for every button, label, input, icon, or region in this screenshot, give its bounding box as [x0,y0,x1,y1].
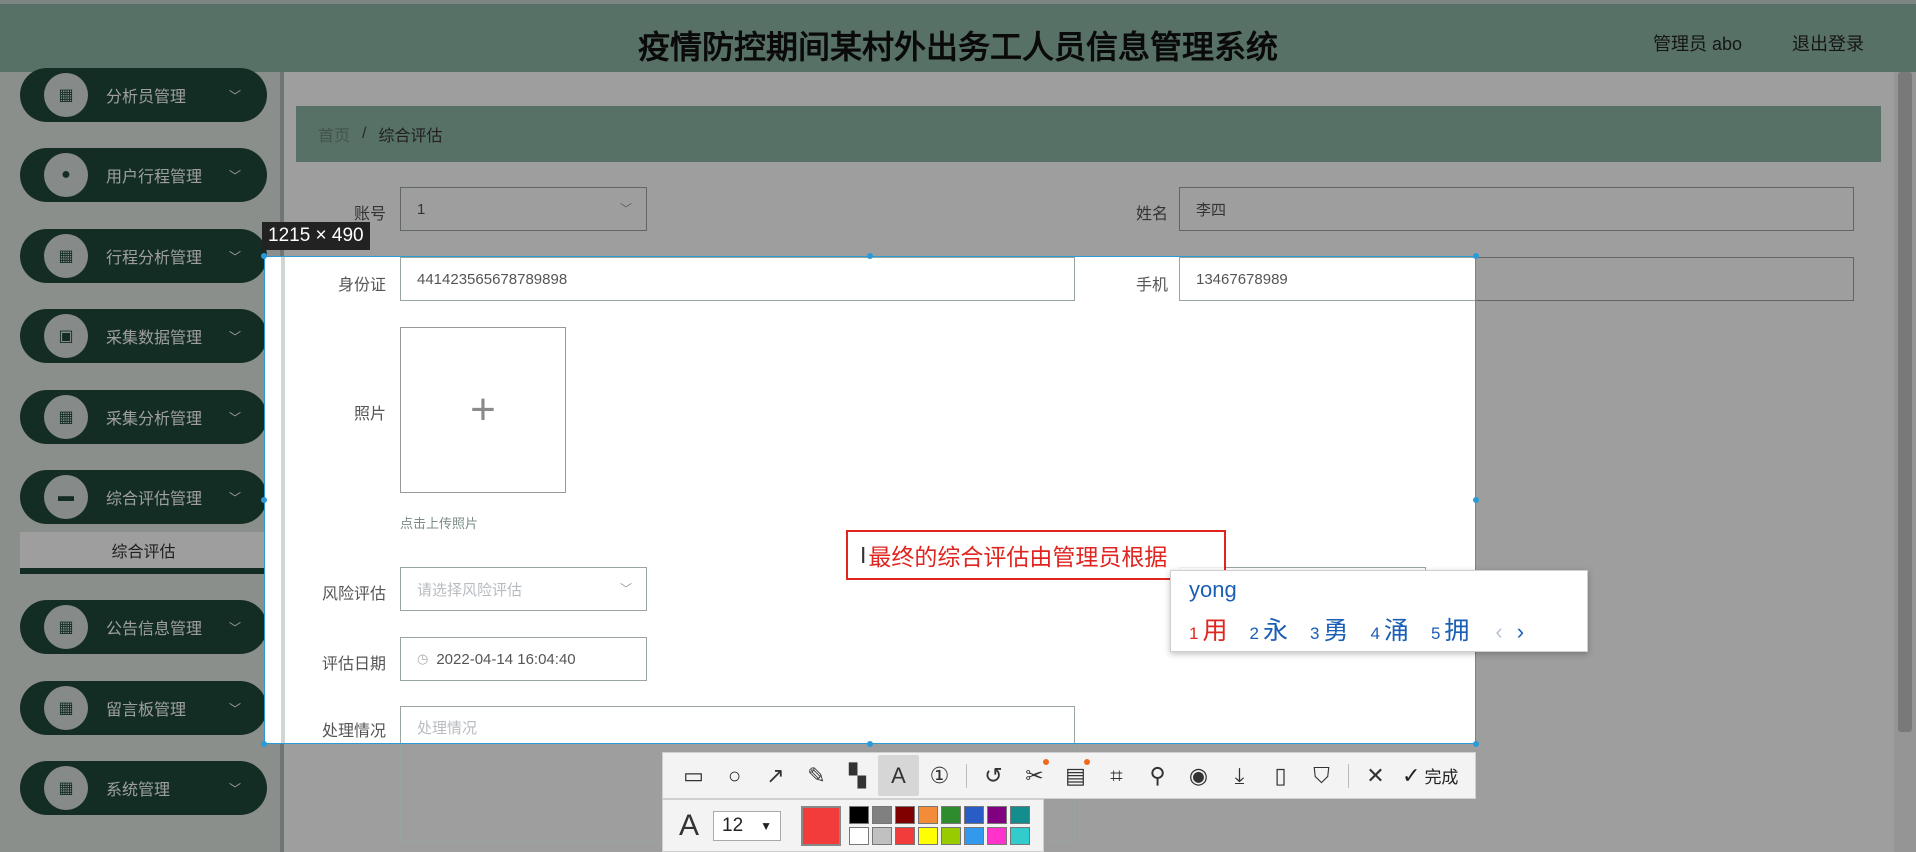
color-swatch[interactable] [918,827,938,845]
resize-handle-bottom-right[interactable] [1473,741,1479,747]
ime-next-page-icon[interactable]: › [1517,619,1524,645]
ime-candidate-number: 1 [1189,624,1199,643]
check-icon: ✓ [1402,762,1421,788]
cutout-tool-icon[interactable]: ✂ [1014,755,1055,796]
resize-handle-top-right[interactable] [1473,253,1479,259]
color-swatch[interactable] [872,827,892,845]
color-swatch[interactable] [987,806,1007,824]
color-swatch[interactable] [872,806,892,824]
mosaic-tool-icon[interactable]: ▚ [837,755,878,796]
phone-send-icon[interactable]: ▯ [1260,755,1301,796]
color-swatch[interactable] [895,806,915,824]
ime-candidate-char: 用 [1202,617,1228,645]
ime-candidate-number: 5 [1430,624,1441,643]
resize-handle-top[interactable] [867,253,873,259]
undo-icon[interactable]: ↺ [973,755,1014,796]
screenshot-toolbar: ▭ ○ ↗ ✎ ▚ A ① ↺ ✂ ▤ ⌗ ⚲ ◉ ⤓ ▯ ⛉ ✕ ✓ 完成 [662,752,1476,799]
font-icon: A [678,808,699,842]
resize-handle-bottom[interactable] [867,741,873,747]
color-swatch[interactable] [1010,806,1030,824]
color-swatch[interactable] [964,827,984,845]
color-swatch[interactable] [849,806,869,824]
annotation-text-box[interactable]: I 最终的综合评估由管理员根据 [846,530,1226,580]
rectangle-tool-icon[interactable]: ▭ [673,755,714,796]
pencil-tool-icon[interactable]: ✎ [796,755,837,796]
ime-candidate-char: 永 [1262,617,1288,645]
download-icon[interactable]: ⤓ [1219,755,1260,796]
translate-tool-icon[interactable]: ▤ [1055,755,1096,796]
ellipse-tool-icon[interactable]: ○ [714,755,755,796]
ime-candidate[interactable]: 2 永 [1249,611,1287,647]
text-tool-icon[interactable]: A [878,755,919,796]
resize-handle-bottom-left[interactable] [261,741,267,747]
toolbar-divider [1348,763,1349,788]
number-marker-icon[interactable]: ① [919,755,960,796]
caret-down-icon: ▼ [760,818,772,833]
resize-handle-left[interactable] [261,497,267,503]
color-swatch[interactable] [941,827,961,845]
ime-candidate-number: 4 [1370,624,1380,643]
ime-candidate-char: 拥 [1444,617,1470,645]
color-swatch[interactable] [964,806,984,824]
color-swatch[interactable] [941,806,961,824]
resize-handle-top-left[interactable] [261,253,267,259]
scan-tool-icon[interactable]: ⌗ [1096,755,1137,796]
color-swatch[interactable] [918,806,938,824]
font-size-value: 12 [722,814,744,836]
current-color-swatch[interactable] [801,805,841,846]
ime-candidate-list: 1 用 2 永 3 勇 4 涌 5 拥 ‹ › [1189,611,1524,647]
color-palette [849,806,1030,845]
ime-candidate-number: 3 [1309,624,1320,643]
arrow-tool-icon[interactable]: ↗ [755,755,796,796]
done-label: 完成 [1424,768,1459,787]
resize-handle-right[interactable] [1473,497,1479,503]
record-icon[interactable]: ◉ [1178,755,1219,796]
ime-composition: yong [1189,577,1237,602]
ime-candidate-number: 2 [1249,624,1259,643]
text-style-bar: A 12 ▼ [662,799,1044,852]
ime-candidate[interactable]: 5 拥 [1431,611,1469,647]
color-swatch[interactable] [849,827,869,845]
done-button[interactable]: ✓ 完成 [1402,763,1458,789]
capture-selection-border[interactable] [264,256,1476,744]
text-cursor-icon: I [860,541,867,568]
capture-size-label: 1215 × 490 [262,222,370,250]
ime-candidate[interactable]: 4 涌 [1370,611,1408,647]
pin-icon[interactable]: ⚲ [1137,755,1178,796]
ime-prev-page-icon[interactable]: ‹ [1495,619,1502,645]
bookmark-icon[interactable]: ⛉ [1301,755,1342,796]
toolbar-divider [966,763,967,788]
ime-candidate[interactable]: 1 用 [1189,611,1227,647]
font-size-select[interactable]: 12 ▼ [713,810,781,841]
color-swatch[interactable] [895,827,915,845]
annotation-text: 最终的综合评估由管理员根据 [868,544,1168,570]
ime-candidate-char: 涌 [1383,617,1409,645]
color-swatch[interactable] [1010,827,1030,845]
color-swatch[interactable] [987,827,1007,845]
ime-candidate-char: 勇 [1323,617,1349,645]
ime-candidate[interactable]: 3 勇 [1310,611,1348,647]
ime-candidate-window: yong 1 用 2 永 3 勇 4 涌 5 拥 ‹ › [1170,570,1588,652]
close-icon[interactable]: ✕ [1355,755,1396,796]
